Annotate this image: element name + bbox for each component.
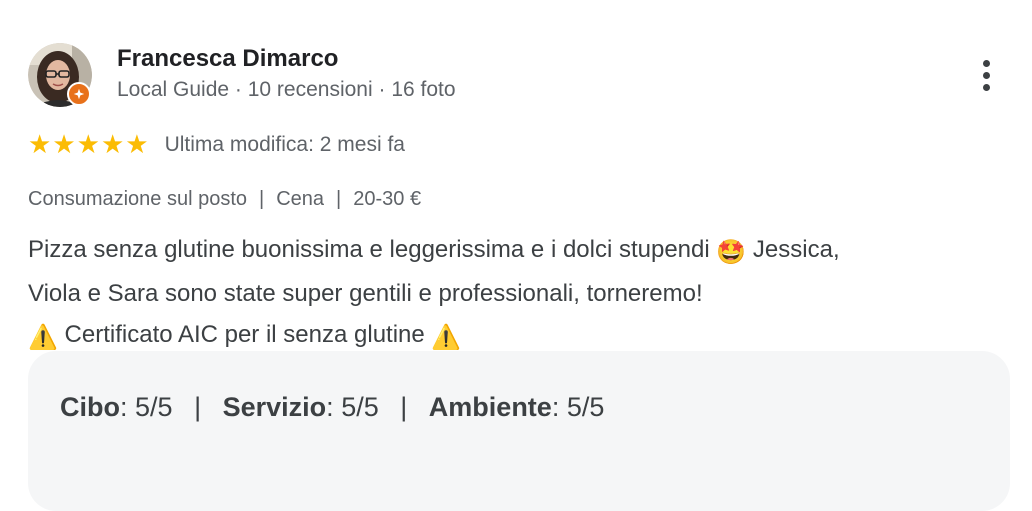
review-text-part: Certificato AIC per il senza glutine [57,321,432,348]
sub-rating-value-food: 5/5 [135,392,173,422]
rating-row: ★ ★ ★ ★ ★ Ultima modifica: 2 mesi fa [28,130,405,160]
sub-rating-separator: | [194,392,202,422]
sub-rating-separator: | [400,392,408,422]
review-card: Francesca Dimarco Local Guide · 10 recen… [0,0,1032,511]
review-line: Pizza senza glutine buonissima e leggeri… [28,229,998,273]
sub-rating-label-atmosphere: Ambiente [428,392,552,422]
sub-ratings-line: Cibo: 5/5 | Servizio: 5/5 | Ambiente: 5/… [60,389,604,425]
review-line: Viola e Sara sono state super gentili e … [28,280,703,307]
reviewer-meta: Local Guide · 10 recensioni · 16 foto [117,78,456,101]
star-icon: ★ [28,130,52,160]
review-text-part: Jessica, [746,236,840,263]
reviewer-name[interactable]: Francesca Dimarco [117,43,338,75]
attribute-separator: | [259,188,265,210]
attribute-separator: | [336,188,342,210]
star-icon: ★ [52,130,76,160]
more-options-button[interactable] [966,54,1006,96]
attribute-service-type: Consumazione sul posto [28,188,248,210]
visit-attributes: Consumazione sul posto | Cena | 20-30 € [28,185,421,213]
review-text: Pizza senza glutine buonissima e leggeri… [28,229,998,358]
more-vertical-icon-dot [982,71,990,79]
sub-rating-value-service: 5/5 [341,392,379,422]
sub-rating-label-service: Servizio [222,392,327,422]
sub-rating-value-atmosphere: 5/5 [566,392,605,422]
more-vertical-icon [982,59,990,67]
edited-timestamp: Ultima modifica: 2 mesi fa [164,133,405,156]
star-icon: ★ [125,130,149,160]
star-icon: ★ [100,130,125,160]
star-icon: ★ [76,130,100,160]
star-rating: ★ ★ ★ ★ ★ [28,131,149,159]
local-guide-star-icon [67,82,91,106]
sub-ratings-box: Cibo: 5/5 | Servizio: 5/5 | Ambiente: 5/… [28,351,1010,511]
avatar[interactable] [28,43,92,107]
sub-rating-colon: : [551,392,560,422]
star-struck-emoji-icon: 🤩 [716,238,747,266]
attribute-price-range: 20-30 € [353,188,422,210]
review-text-part: Pizza senza glutine buonissima e leggeri… [28,236,717,263]
attribute-meal-type: Cena [276,188,325,210]
sub-rating-colon: : [120,392,128,422]
sub-rating-label-food: Cibo [60,392,120,422]
sub-rating-colon: : [326,392,334,422]
more-vertical-icon-dot [982,83,990,91]
